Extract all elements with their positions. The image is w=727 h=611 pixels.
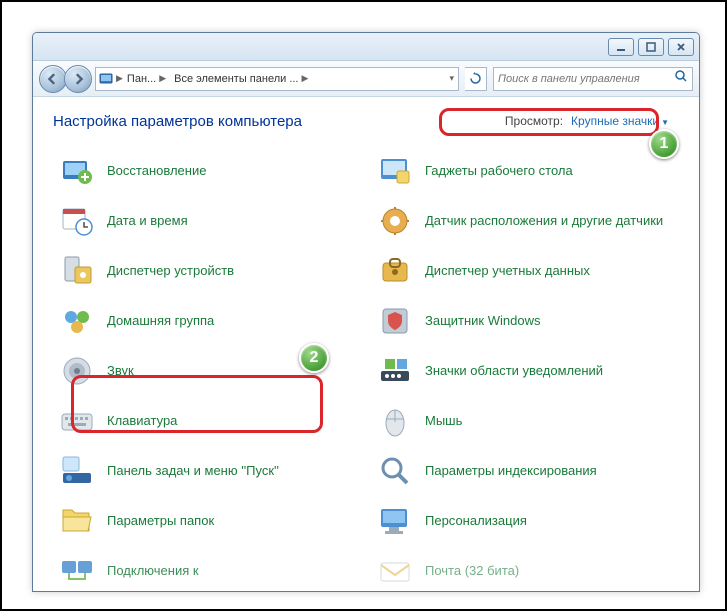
breadcrumb-segment[interactable]: Все элементы панели ... ▶ <box>170 68 312 90</box>
item-label: Диспетчер учетных данных <box>425 263 590 279</box>
forward-button[interactable] <box>64 65 92 93</box>
folder-icon <box>59 503 95 539</box>
item-label: Гаджеты рабочего стола <box>425 163 573 179</box>
item-taskbar[interactable]: Панель задач и меню ''Пуск'' <box>53 449 361 493</box>
item-label: Мышь <box>425 413 462 429</box>
sound-icon <box>59 353 95 389</box>
item-keyboard[interactable]: Клавиатура <box>53 399 361 443</box>
item-label: Защитник Windows <box>425 313 540 329</box>
search-box[interactable] <box>493 67 693 91</box>
connections-icon <box>59 553 95 589</box>
taskbar-icon <box>59 453 95 489</box>
item-label: Восстановление <box>107 163 206 179</box>
items-grid: Восстановление Гаджеты рабочего стола Да… <box>53 149 679 591</box>
navigation-bar: ▶ Пан...▶ Все элементы панели ...▶ ▾ <box>33 61 699 97</box>
chevron-right-icon: ▶ <box>159 73 166 84</box>
item-mail[interactable]: Почта (32 бита) <box>371 549 679 591</box>
item-label: Дата и время <box>107 213 188 229</box>
indexing-icon <box>377 453 413 489</box>
breadcrumb-text: Все элементы панели ... <box>174 73 298 85</box>
item-homegroup[interactable]: Домашняя группа <box>53 299 361 343</box>
history-dropdown[interactable]: ▾ <box>445 68 458 90</box>
item-indexing[interactable]: Параметры индексирования <box>371 449 679 493</box>
view-selector: Просмотр: Крупные значки▼ <box>493 111 679 131</box>
titlebar <box>33 33 699 61</box>
control-panel-icon <box>96 72 116 86</box>
annotation-badge: 1 <box>649 129 679 159</box>
personalization-icon <box>377 503 413 539</box>
sensor-icon <box>377 203 413 239</box>
search-input[interactable] <box>498 73 674 85</box>
item-restore[interactable]: Восстановление <box>53 149 361 193</box>
tray-icon <box>377 353 413 389</box>
gadgets-icon <box>377 153 413 189</box>
item-tray-icons[interactable]: Значки области уведомлений <box>371 349 679 393</box>
item-label: Почта (32 бита) <box>425 563 519 579</box>
datetime-icon <box>59 203 95 239</box>
chevron-down-icon: ▼ <box>661 118 669 127</box>
chevron-right-icon: ▶ <box>116 73 123 84</box>
breadcrumb-segment[interactable]: Пан...▶ <box>123 68 170 90</box>
page-title: Настройка параметров компьютера <box>53 113 302 130</box>
item-datetime[interactable]: Дата и время <box>53 199 361 243</box>
restore-icon <box>59 153 95 189</box>
address-bar[interactable]: ▶ Пан...▶ Все элементы панели ...▶ ▾ <box>95 67 459 91</box>
item-sensor[interactable]: Датчик расположения и другие датчики <box>371 199 679 243</box>
control-panel-window: ▶ Пан...▶ Все элементы панели ...▶ ▾ Нас… <box>32 32 700 592</box>
item-label: Персонализация <box>425 513 527 529</box>
item-label: Клавиатура <box>107 413 177 429</box>
item-label: Диспетчер устройств <box>107 263 234 279</box>
item-label: Звук <box>107 363 134 379</box>
view-label: Просмотр: <box>505 114 563 128</box>
item-label: Подключения к <box>107 563 199 579</box>
search-icon <box>674 69 688 88</box>
maximize-button[interactable] <box>638 38 664 56</box>
refresh-button[interactable] <box>465 67 487 91</box>
chevron-right-icon: ▶ <box>302 73 309 84</box>
item-folder-options[interactable]: Параметры папок <box>53 499 361 543</box>
back-button[interactable] <box>39 65 67 93</box>
homegroup-icon <box>59 303 95 339</box>
item-label: Значки области уведомлений <box>425 363 603 379</box>
item-gadgets[interactable]: Гаджеты рабочего стола <box>371 149 679 193</box>
item-label: Датчик расположения и другие датчики <box>425 213 663 229</box>
defender-icon <box>377 303 413 339</box>
minimize-button[interactable] <box>608 38 634 56</box>
item-label: Домашняя группа <box>107 313 214 329</box>
item-device-manager[interactable]: Диспетчер устройств <box>53 249 361 293</box>
item-personalization[interactable]: Персонализация <box>371 499 679 543</box>
item-label: Параметры папок <box>107 513 214 529</box>
item-credentials[interactable]: Диспетчер учетных данных <box>371 249 679 293</box>
keyboard-icon <box>59 403 95 439</box>
breadcrumb-text: Пан... <box>127 73 156 85</box>
item-connections[interactable]: Подключения к <box>53 549 361 591</box>
item-label: Параметры индексирования <box>425 463 597 479</box>
chevron-down-icon: ▾ <box>449 73 454 84</box>
close-button[interactable] <box>668 38 694 56</box>
credentials-icon <box>377 253 413 289</box>
item-mouse[interactable]: Мышь <box>371 399 679 443</box>
item-label: Панель задач и меню ''Пуск'' <box>107 463 279 479</box>
view-dropdown[interactable]: Крупные значки▼ <box>571 114 669 128</box>
mouse-icon <box>377 403 413 439</box>
mail-icon <box>377 553 413 589</box>
device-manager-icon <box>59 253 95 289</box>
annotation-badge: 2 <box>299 343 329 373</box>
item-defender[interactable]: Защитник Windows <box>371 299 679 343</box>
view-value: Крупные значки <box>571 114 659 128</box>
